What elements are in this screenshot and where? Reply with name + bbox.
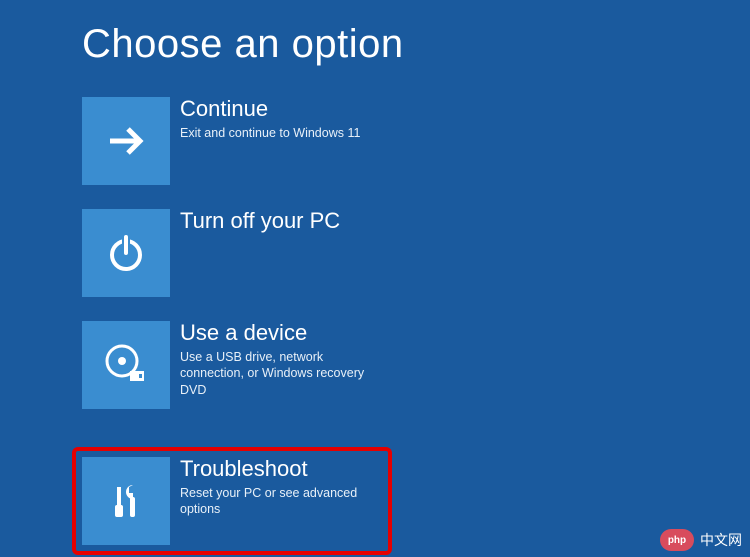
option-troubleshoot-text: Troubleshoot Reset your PC or see advanc… xyxy=(170,457,382,518)
option-use-device[interactable]: Use a device Use a USB drive, network co… xyxy=(82,321,382,409)
option-use-device-title: Use a device xyxy=(180,321,382,345)
option-turn-off[interactable]: Turn off your PC xyxy=(82,209,382,297)
option-use-device-text: Use a device Use a USB drive, network co… xyxy=(170,321,382,398)
option-troubleshoot-title: Troubleshoot xyxy=(180,457,382,481)
watermark-site-text: 中文网 xyxy=(700,530,742,550)
option-troubleshoot[interactable]: Troubleshoot Reset your PC or see advanc… xyxy=(72,447,392,555)
arrow-right-icon xyxy=(82,97,170,185)
tools-icon xyxy=(82,457,170,545)
watermark: php 中文网 xyxy=(660,529,742,551)
option-continue-title: Continue xyxy=(180,97,360,121)
watermark-logo-icon: php xyxy=(660,529,694,551)
options-grid: Continue Exit and continue to Windows 11… xyxy=(0,67,670,545)
option-use-device-desc: Use a USB drive, network connection, or … xyxy=(180,349,382,398)
option-continue-text: Continue Exit and continue to Windows 11 xyxy=(170,97,360,141)
page-title: Choose an option xyxy=(0,0,750,67)
option-continue[interactable]: Continue Exit and continue to Windows 11 xyxy=(82,97,382,185)
option-troubleshoot-desc: Reset your PC or see advanced options xyxy=(180,485,382,518)
option-continue-desc: Exit and continue to Windows 11 xyxy=(180,125,360,141)
option-turn-off-text: Turn off your PC xyxy=(170,209,340,237)
option-turn-off-title: Turn off your PC xyxy=(180,209,340,233)
disc-usb-icon xyxy=(82,321,170,409)
power-icon xyxy=(82,209,170,297)
